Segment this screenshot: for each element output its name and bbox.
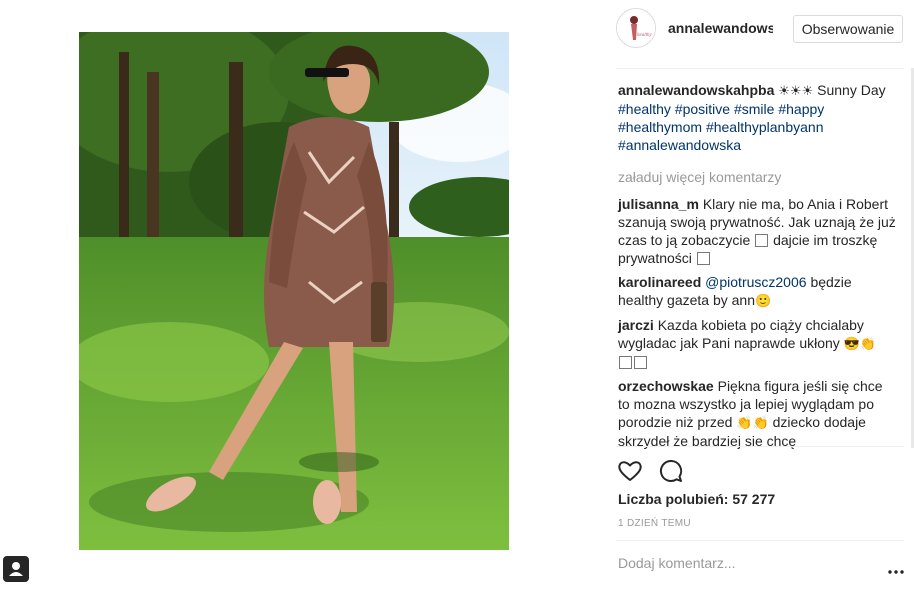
comment-username[interactable]: julisanna_m — [618, 196, 699, 212]
hashtag-link[interactable]: #annalewandowska — [618, 137, 741, 153]
svg-text:healthy: healthy — [637, 33, 652, 38]
comment-text: Kazda kobieta po ciąży chcialaby wyglada… — [618, 317, 864, 351]
photo-panel — [0, 0, 598, 589]
comment: orzechowskae Piękna figura jeśli się chc… — [618, 377, 898, 450]
heart-icon[interactable] — [617, 458, 643, 484]
comment-username[interactable]: orzechowskae — [618, 378, 714, 394]
follow-button[interactable]: Obserwowanie — [793, 15, 903, 43]
hashtag-link[interactable]: #healthy — [618, 101, 671, 117]
photo-illustration — [79, 32, 509, 550]
actions-divider — [616, 446, 904, 447]
post-caption: annalewandowskahpba ☀☀☀ Sunny Day #healt… — [618, 81, 898, 154]
comments-section: annalewandowskahpba ☀☀☀ Sunny Day #healt… — [618, 81, 898, 456]
hashtag-link[interactable]: #positive — [675, 101, 730, 117]
emoji-placeholder-icon — [619, 356, 632, 369]
comment: julisanna_m Klary nie ma, bo Ania i Robe… — [618, 195, 898, 267]
post-author-username[interactable]: annalewandowskahpba — [668, 20, 773, 36]
emoji-placeholder-icon — [696, 252, 710, 265]
comment: karolinareed @piotruscz2006 będzie healt… — [618, 273, 898, 310]
smile-emoji-icon: 🙂 — [755, 293, 772, 308]
user-tag-icon[interactable] — [3, 556, 29, 582]
clap-emoji-icon: 👏👏 — [736, 415, 769, 430]
comment: jarczi Kazda kobieta po ciąży chcialaby … — [618, 316, 898, 371]
caption-text: Sunny Day — [817, 82, 886, 98]
caption-username[interactable]: annalewandowskahpba — [618, 82, 774, 98]
post-header: healthy annalewandowskahpba Obserwowanie — [598, 0, 914, 68]
post-photo[interactable] — [79, 32, 509, 550]
load-more-comments-link[interactable]: załaduj więcej komentarzy — [618, 168, 898, 186]
emoji-icon: 😎👏 — [843, 336, 877, 351]
add-comment-input[interactable] — [618, 555, 858, 571]
emoji-placeholder-icon — [634, 356, 647, 369]
avatar[interactable]: healthy — [616, 8, 656, 48]
bottom-divider — [616, 540, 904, 541]
post-sidebar: healthy annalewandowskahpba Obserwowanie… — [598, 0, 914, 589]
mention-link[interactable]: @piotruscz2006 — [705, 274, 806, 290]
sun-emoji: ☀☀☀ — [778, 83, 814, 98]
emoji-placeholder-icon — [755, 234, 769, 247]
hashtag-link[interactable]: #happy — [778, 101, 824, 117]
more-options-icon[interactable] — [888, 561, 904, 574]
header-divider — [616, 68, 904, 69]
likes-count[interactable]: Liczba polubień: 57 277 — [618, 491, 775, 507]
post-date[interactable]: 1 DZIEŃ TEMU — [618, 518, 691, 529]
comment-username[interactable]: karolinareed — [618, 274, 701, 290]
hashtag-link[interactable]: #smile — [734, 101, 774, 117]
comment-icon[interactable] — [658, 458, 684, 484]
hashtag-link[interactable]: #healthyplanbyann — [706, 119, 824, 135]
comment-username[interactable]: jarczi — [618, 317, 654, 333]
hashtag-link[interactable]: #healthymom — [618, 119, 702, 135]
